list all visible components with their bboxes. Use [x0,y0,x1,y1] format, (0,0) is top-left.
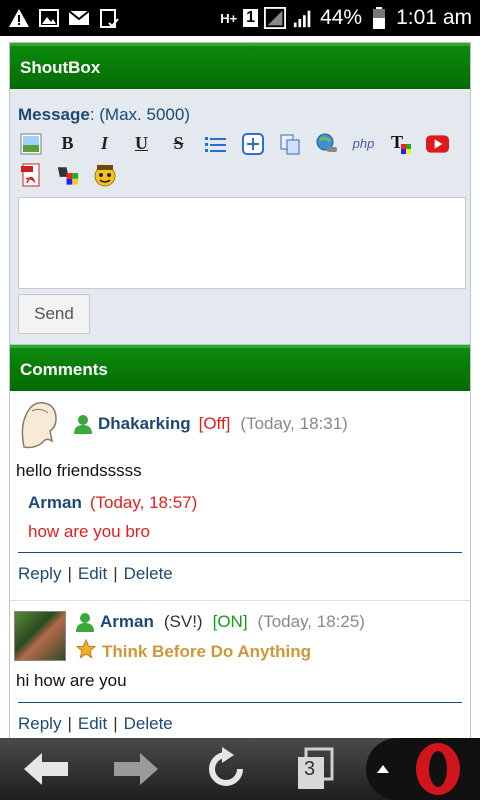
comment-item: Dhakarking [Off] (Today, 18:31) hello fr… [10,391,470,596]
gallery-icon [38,7,60,29]
comment-text: hello friendsssss [16,461,142,480]
comment-user-line: Arman (SV!) [ON] (Today, 18:25) [74,611,365,633]
default-avatar-icon [16,397,62,449]
italic-icon[interactable]: I [92,131,117,156]
back-button[interactable] [16,744,76,794]
comment-time: (Today, 18:31) [240,414,348,433]
image-icon[interactable] [18,131,43,156]
comments-title: Comments [20,359,108,379]
comments-header: Comments [10,345,470,391]
battery-percent: 44% [320,6,363,29]
online-status: [ON] [212,612,248,631]
comment-user-line: Dhakarking [Off] (Today, 18:31) [72,413,348,435]
message-max: : (Max. 5000) [89,105,190,124]
status-bar: H+ 1 44% 1:01 am [0,0,480,36]
palette-icon[interactable] [55,162,80,187]
opera-menu-button[interactable] [408,742,468,796]
menu-up-button[interactable] [368,744,398,794]
warning-icon [8,7,30,29]
message-label: Message [18,105,90,124]
caret-up-icon [377,765,389,773]
text-color-icon[interactable]: T [388,131,413,156]
reply-link[interactable]: Reply [18,564,61,584]
mail-icon [68,7,90,29]
user-avatar [14,611,66,661]
shoutbox-title: ShoutBox [20,57,101,77]
reply-text: how are you bro [28,522,150,541]
opera-logo-icon [416,743,460,795]
comments-panel: Comments Dhakarking [Off] (Today, 18:31)… [9,344,471,738]
reload-icon [209,747,243,786]
user-icon [74,611,96,633]
smiley-icon[interactable] [92,162,117,187]
user-tag: (SV!) [163,612,203,631]
user-rank: Think Before Do Anything [75,638,312,664]
youtube-icon[interactable] [425,131,450,156]
tab-count: 3 [304,758,316,780]
editor-toolbar: B I U S php T [18,131,464,187]
forward-button[interactable] [106,744,166,794]
list-icon[interactable] [203,131,228,156]
reply-header: Arman (Today, 18:57) [28,493,197,513]
separator: | [113,564,118,583]
comment-actions: Reply | Edit | Delete [18,714,173,734]
tabs-button[interactable]: 3 [284,744,344,794]
pdf-icon[interactable] [18,162,43,187]
user-icon [72,413,94,435]
comment-time: (Today, 18:25) [257,612,365,631]
send-button[interactable]: Send [18,294,90,334]
comment-username[interactable]: Arman [100,612,154,632]
reply-time: (Today, 18:57) [89,493,198,512]
divider [18,702,462,703]
php-icon[interactable]: php [351,131,376,156]
reply-link[interactable]: Reply [18,714,61,734]
battery-icon [368,7,390,29]
link-icon[interactable] [314,131,339,156]
bold-icon[interactable]: B [55,131,80,156]
plus-box-icon[interactable] [240,131,265,156]
edit-link[interactable]: Edit [78,714,107,734]
message-textarea[interactable] [18,197,466,289]
underline-icon[interactable]: U [129,131,154,156]
comment-item: Arman (SV!) [ON] (Today, 18:25) Think Be… [10,600,470,738]
edit-link[interactable]: Edit [78,564,107,584]
clipboard-check-icon [98,7,120,29]
separator: | [67,564,72,583]
sim-indicator: 1 [243,9,259,27]
opera-menu-area [366,738,480,800]
network-type: H+ [220,10,238,26]
shoutbox-header: ShoutBox [10,43,470,89]
signal-icon [264,7,287,29]
delete-link[interactable]: Delete [124,714,173,734]
strike-icon[interactable]: S [166,131,191,156]
clock: 1:01 am [396,6,472,29]
copy-icon[interactable] [277,131,302,156]
rank-text: Think Before Do Anything [102,641,312,661]
reload-button[interactable] [196,744,256,794]
comment-text: hi how are you [16,671,127,690]
delete-link[interactable]: Delete [124,564,173,584]
separator: | [67,714,72,733]
online-status: [Off] [198,414,231,433]
back-arrow-icon [24,753,68,785]
star-icon [75,638,97,664]
signal-strength-icon [292,7,314,29]
comment-actions: Reply | Edit | Delete [18,564,173,584]
browser-nav-bar: 3 [0,738,480,800]
separator: | [113,714,118,733]
forward-arrow-icon [114,753,158,785]
comment-username[interactable]: Dhakarking [98,414,191,434]
message-label-row: Message: (Max. 5000) [18,105,190,125]
shoutbox-panel: ShoutBox Message: (Max. 5000) B I U S ph… [9,42,471,346]
divider [18,552,462,553]
page-content: ShoutBox Message: (Max. 5000) B I U S ph… [0,36,480,738]
reply-username[interactable]: Arman [28,493,82,513]
